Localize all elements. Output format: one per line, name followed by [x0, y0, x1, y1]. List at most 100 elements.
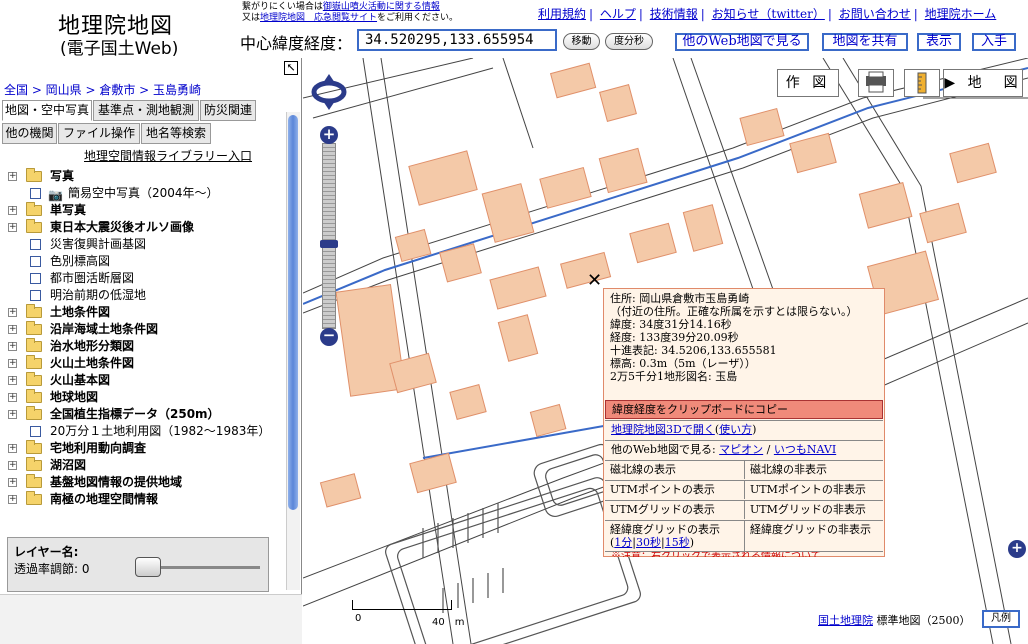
layer-tree-item[interactable]: 都市圏活断層図 [8, 270, 284, 287]
nav-news-twitter[interactable]: お知らせ（twitter） [712, 7, 825, 21]
other-web-maps-button[interactable]: 他のWeb地図で見る [675, 33, 809, 51]
utm-point-hide-button[interactable]: UTMポイントの非表示 [745, 481, 883, 499]
magnetic-hide-button[interactable]: 磁北線の非表示 [745, 461, 883, 479]
mapion-link[interactable]: マピオン [719, 443, 763, 456]
latlon-grid-hide-button[interactable]: 経緯度グリッドの非表示 [745, 521, 883, 551]
layer-checkbox[interactable] [30, 290, 41, 301]
tab-other-agencies[interactable]: 他の機関 [2, 123, 57, 144]
layer-tree-item[interactable]: + 写真 [8, 168, 284, 185]
layer-tree-item[interactable]: + 治水地形分類図 [8, 338, 284, 355]
nav-help[interactable]: ヘルプ [600, 7, 636, 21]
tab-disaster[interactable]: 防災関連 [200, 100, 256, 121]
utm-point-show-button[interactable]: UTMポイントの表示 [605, 481, 745, 499]
expand-icon[interactable]: + [8, 359, 17, 368]
utm-grid-hide-button[interactable]: UTMグリッドの非表示 [745, 501, 883, 519]
copy-coords-button[interactable]: 緯度経度をクリップボードにコピー [605, 400, 883, 419]
expand-icon[interactable]: + [8, 325, 17, 334]
library-entrance-link[interactable]: 地理空間情報ライブラリー入口 [84, 147, 252, 164]
expand-icon[interactable]: + [8, 444, 17, 453]
layer-tree-item[interactable]: + 東日本大震災後オルソ画像 [8, 219, 284, 236]
layer-tree-item[interactable]: 明治前期の低湿地 [8, 287, 284, 304]
scrollbar-thumb[interactable] [288, 115, 298, 510]
volcano-info-link[interactable]: 御嶽山噴火活動に関する情報 [323, 2, 440, 12]
grid-1min-link[interactable]: 1分 [614, 536, 632, 549]
popup-magnetic-row: 磁北線の表示 磁北線の非表示 [605, 460, 883, 479]
gsi-attribution-link[interactable]: 国土地理院 [818, 614, 873, 627]
emergency-site-link[interactable]: 地理院地図 応急閲覧サイト [260, 13, 377, 23]
layer-tree-item[interactable]: 20万分１土地利用図（1982〜1983年） [8, 423, 284, 440]
tab-control-points[interactable]: 基準点・測地観測 [93, 100, 199, 121]
other-maps-prefix: 他のWeb地図で見る: [611, 443, 720, 456]
layer-tree-item[interactable]: + 土地条件図 [8, 304, 284, 321]
layer-tree-label: 単写真 [50, 203, 87, 217]
expand-icon[interactable]: + [8, 223, 17, 232]
expand-icon[interactable]: + [8, 461, 17, 470]
folder-icon [26, 338, 42, 352]
utm-grid-show-button[interactable]: UTMグリッドの表示 [605, 501, 745, 519]
layer-tree-item[interactable]: + 沿岸海域土地条件図 [8, 321, 284, 338]
map-menu-button[interactable]: ▶ 地 図 [943, 69, 1023, 97]
breadcrumb[interactable]: 全国 > 岡山県 > 倉敷市 > 玉島勇崎 [4, 81, 201, 98]
layer-tree-item[interactable]: 色別標高図 [8, 253, 284, 270]
layer-tree-item[interactable]: 災害復興計画基図 [8, 236, 284, 253]
open-3d-link[interactable]: 地理院地図3Dで開く [611, 423, 715, 436]
nav-tech-info[interactable]: 技術情報 [650, 7, 698, 21]
display-button[interactable]: 表示 [917, 33, 961, 51]
layer-tree-item[interactable]: + 火山基本図 [8, 372, 284, 389]
pan-control-icon[interactable] [310, 73, 348, 111]
layer-tree-item[interactable]: + 火山土地条件図 [8, 355, 284, 372]
zoom-slider-thumb[interactable] [320, 240, 338, 248]
print-icon[interactable] [858, 69, 894, 97]
panel-bottom-scrollbar[interactable] [0, 594, 302, 644]
layer-checkbox[interactable] [30, 256, 41, 267]
layer-tree-item[interactable]: + 湖沼図 [8, 457, 284, 474]
layer-tree-item[interactable]: + 南極の地理空間情報 [8, 491, 284, 508]
expand-icon[interactable]: + [8, 308, 17, 317]
layer-tree-item[interactable]: 📷 簡易空中写真（2004年〜） [8, 185, 284, 202]
get-button[interactable]: 入手 [972, 33, 1016, 51]
layer-checkbox[interactable] [30, 426, 41, 437]
measure-icon[interactable] [904, 69, 940, 97]
layer-tree-item[interactable]: + 宅地利用動向調査 [8, 440, 284, 457]
layer-checkbox[interactable] [30, 273, 41, 284]
nav-gsi-home[interactable]: 地理院ホーム [925, 7, 997, 21]
draw-button[interactable]: 作 図 [777, 69, 839, 97]
expand-icon[interactable]: + [8, 495, 17, 504]
expand-icon[interactable]: + [8, 410, 17, 419]
right-click-note[interactable]: ※注意：右クリックで表示される情報について [605, 551, 883, 557]
tab-map-aerial[interactable]: 地図・空中写真 [2, 100, 92, 121]
layer-tree-label: 災害復興計画基図 [50, 237, 147, 251]
opacity-slider-handle[interactable] [135, 557, 161, 577]
expand-icon[interactable]: + [8, 393, 17, 402]
tab-place-search[interactable]: 地名等検索 [141, 123, 211, 144]
expand-icon[interactable]: + [8, 206, 17, 215]
layer-tree-item[interactable]: + 地球地図 [8, 389, 284, 406]
layer-checkbox[interactable] [30, 188, 41, 199]
legend-button[interactable]: 凡例 [982, 610, 1020, 628]
tab-file-ops[interactable]: ファイル操作 [58, 123, 140, 144]
zoom-out-icon[interactable]: − [320, 328, 338, 346]
magnetic-show-button[interactable]: 磁北線の表示 [605, 461, 745, 479]
dms-button[interactable]: 度分秒 [605, 33, 653, 50]
layer-checkbox[interactable] [30, 239, 41, 250]
grid-30sec-link[interactable]: 30秒 [636, 536, 661, 549]
nav-terms[interactable]: 利用規約 [538, 7, 586, 21]
move-button[interactable]: 移動 [563, 33, 600, 50]
expand-icon[interactable]: + [8, 172, 17, 181]
nav-contact[interactable]: お問い合わせ [839, 7, 911, 21]
expand-icon[interactable]: + [8, 376, 17, 385]
collapse-panel-icon[interactable]: ↖ [284, 61, 298, 75]
zoom-slider[interactable] [322, 143, 336, 329]
expand-icon[interactable]: + [8, 342, 17, 351]
layer-tree-item[interactable]: + 全国植生指標データ（250m） [8, 406, 284, 423]
layer-tree-item[interactable]: + 基盤地図情報の提供地域 [8, 474, 284, 491]
add-icon[interactable]: + [1008, 540, 1026, 558]
zoom-in-icon[interactable]: + [320, 126, 338, 144]
grid-15sec-link[interactable]: 15秒 [665, 536, 690, 549]
share-map-button[interactable]: 地図を共有 [822, 33, 908, 51]
layer-tree-item[interactable]: + 単写真 [8, 202, 284, 219]
expand-icon[interactable]: + [8, 478, 17, 487]
center-coord-input[interactable]: 34.520295,133.655954 [357, 29, 557, 51]
howto-link[interactable]: 使い方 [719, 423, 752, 436]
itsumo-navi-link[interactable]: いつもNAVI [774, 443, 836, 456]
